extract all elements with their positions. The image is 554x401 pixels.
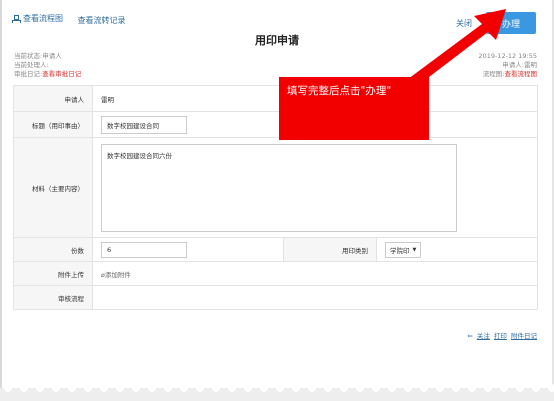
view-flowchart-label: 查看流程图 (23, 14, 63, 23)
copies-input[interactable]: 6 (101, 241, 187, 258)
form-row-attachment: 附件上传 ⌀添加附件 (13, 261, 538, 286)
view-circulation-link[interactable]: 查看流转记录 (78, 15, 126, 26)
material-label: 材料（主要内容） (13, 137, 93, 238)
submit-date: 2019-12-12 19:55 (478, 52, 537, 60)
current-handler: 当前处理人: (14, 61, 49, 69)
annotation-text: 填写完整后点击"办理" (287, 85, 392, 97)
form-row-review: 审核流程 (13, 285, 538, 310)
application-window: 查看流程图 查看流转记录 关闭 办理 用印申请 当前状态:申请人 当前处理人: … (0, 0, 554, 401)
subject-label: 标题（用印事由） (13, 111, 93, 138)
status-meta-left: 当前状态:申请人 当前处理人: 审批日记:查看审批日记 (14, 52, 81, 79)
status-meta-right: 2019-12-12 19:55 申请人:雷明 流程图:查看流程图 (478, 52, 537, 79)
form-row-copies: 份数 6 用印类别 学院印 ▼ (13, 237, 538, 262)
view-flowchart-link[interactable]: 查看流程图 (12, 13, 63, 24)
sitemap-icon (12, 14, 21, 23)
add-attachment-label: 添加附件 (104, 270, 131, 279)
review-label: 审核流程 (13, 285, 93, 310)
applicant-meta: 申请人:雷明 (502, 61, 537, 69)
seal-type-cell: 学院印 ▼ (376, 237, 538, 262)
flowchart-prefix: 流程图: (482, 70, 505, 78)
top-links: 查看流程图 查看流转记录 (12, 13, 126, 26)
subject-input[interactable]: 数字校园建设合同 (101, 115, 187, 134)
form-row-material: 材料（主要内容） 数字校园建设合同六份 (13, 137, 538, 238)
seal-type-label: 用印类别 (283, 237, 377, 262)
attachment-log-link[interactable]: 附件日记 (511, 332, 537, 340)
approval-log-link[interactable]: 查看审批日记 (42, 70, 81, 78)
current-status: 当前状态:申请人 (14, 52, 62, 60)
material-textarea[interactable]: 数字校园建设合同六份 (101, 143, 457, 232)
form-row-applicant: 申请人 雷明 (13, 85, 538, 112)
copies-cell: 6 (92, 237, 284, 262)
material-cell: 数字校园建设合同六份 (92, 137, 538, 238)
close-link[interactable]: 关闭 (456, 18, 472, 29)
copies-label: 份数 (13, 237, 93, 262)
left-border (0, 0, 2, 401)
follow-icon: ⇐ (467, 332, 473, 340)
flowchart-link[interactable]: 查看流程图 (505, 70, 538, 78)
application-form: 申请人 雷明 标题（用印事由） 数字校园建设合同 材料（主要内容） 数字校园建设… (13, 85, 538, 310)
print-link[interactable]: 打印 (494, 332, 507, 340)
seal-type-select[interactable]: 学院印 ▼ (385, 241, 422, 258)
caret-down-icon: ▼ (412, 246, 417, 253)
add-attachment-link[interactable]: ⌀添加附件 (101, 271, 131, 279)
attachment-cell: ⌀添加附件 (92, 261, 538, 286)
applicant-label: 申请人 (13, 85, 93, 112)
handle-button[interactable]: 办理 (486, 12, 536, 34)
material-text: 数字校园建设合同六份 (107, 151, 172, 160)
torn-edge (0, 384, 554, 401)
approval-log: 审批日记:查看审批日记 (14, 70, 81, 79)
follow-link[interactable]: 关注 (477, 332, 490, 340)
page-title: 用印申请 (255, 34, 299, 47)
review-value (92, 285, 538, 310)
footer-links: ⇐ 关注 打印 附件日记 (465, 330, 537, 340)
attachment-label: 附件上传 (13, 261, 93, 286)
seal-type-value: 学院印 (390, 246, 410, 255)
annotation-box: 填写完整后点击"办理" (279, 77, 429, 140)
flowchart-meta: 流程图:查看流程图 (478, 70, 537, 79)
approval-log-prefix: 审批日记: (14, 70, 43, 78)
form-row-subject: 标题（用印事由） 数字校园建设合同 (13, 111, 538, 138)
